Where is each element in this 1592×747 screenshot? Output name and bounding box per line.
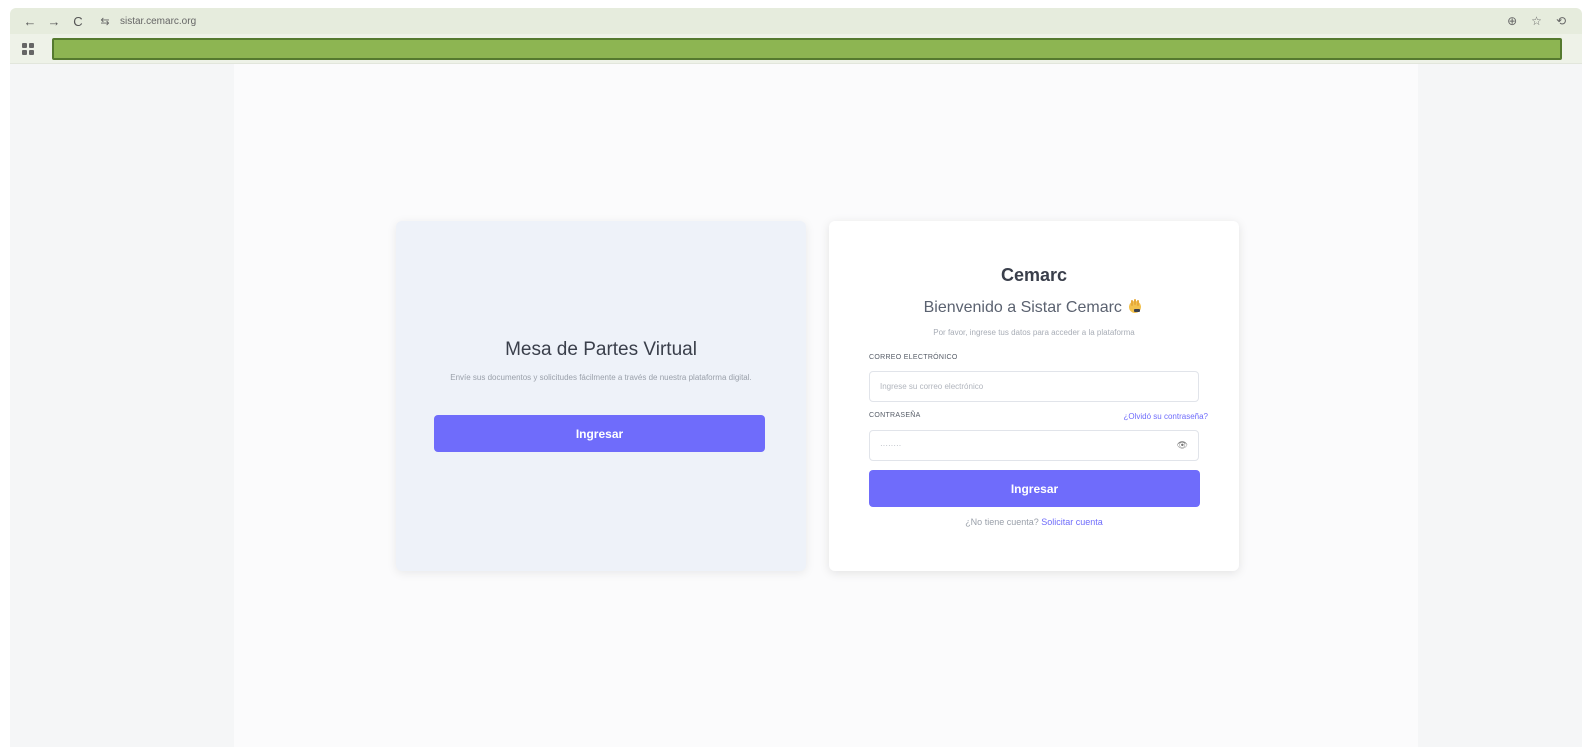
virtual-desk-title: Mesa de Partes Virtual xyxy=(505,339,697,360)
site-info-icon[interactable]: ⇆ xyxy=(94,11,116,31)
virtual-desk-card: Mesa de Partes Virtual Envíe sus documen… xyxy=(396,221,806,571)
reload-icon[interactable]: C xyxy=(66,11,90,31)
password-masked-value: ········ xyxy=(880,441,902,450)
virtual-desk-enter-button[interactable]: Ingresar xyxy=(434,415,765,452)
welcome-text: Bienvenido a Sistar Cemarc xyxy=(923,299,1122,316)
bookmark-strip xyxy=(52,38,1562,60)
bookmarks-bar xyxy=(10,34,1582,64)
welcome-heading: Bienvenido a Sistar Cemarc xyxy=(829,297,1239,317)
toolbar-right: ⊕ ☆ ⟲ xyxy=(1507,14,1582,28)
no-account-line: ¿No tiene cuenta? Solicitar cuenta xyxy=(829,517,1239,527)
forgot-password-link[interactable]: ¿Olvidó su contraseña? xyxy=(1124,412,1209,421)
translate-icon[interactable]: ⊕ xyxy=(1507,14,1517,28)
password-field[interactable]: ········ 👁 xyxy=(869,430,1199,461)
request-account-link[interactable]: Solicitar cuenta xyxy=(1041,517,1103,527)
browser-tabbar: ← → C ⇆ sistar.cemarc.org ⊕ ☆ ⟲ xyxy=(10,8,1582,34)
login-card: Cemarc Bienvenido a Sistar Cemarc Por fa… xyxy=(829,221,1239,571)
email-label: CORREO ELECTRÓNICO xyxy=(869,354,958,361)
no-account-text: ¿No tiene cuenta? xyxy=(965,517,1039,527)
apps-grid-icon[interactable] xyxy=(22,43,34,55)
password-label: CONTRASEÑA xyxy=(869,412,921,419)
address-bar[interactable]: sistar.cemarc.org xyxy=(120,16,196,27)
virtual-desk-description: Envíe sus documentos y solicitudes fácil… xyxy=(450,373,752,382)
forward-icon[interactable]: → xyxy=(42,11,66,31)
waving-hand-icon xyxy=(1129,299,1142,313)
profile-icon[interactable]: ⟲ xyxy=(1556,14,1566,28)
back-icon[interactable]: ← xyxy=(18,11,42,31)
login-button[interactable]: Ingresar xyxy=(869,470,1200,507)
eye-icon[interactable]: 👁 xyxy=(1177,440,1188,451)
login-subtext: Por favor, ingrese tus datos para accede… xyxy=(933,328,1135,337)
star-icon[interactable]: ☆ xyxy=(1531,14,1542,28)
brand-title: Cemarc xyxy=(1000,265,1068,285)
email-field[interactable]: Ingrese su correo electrónico xyxy=(869,371,1199,402)
